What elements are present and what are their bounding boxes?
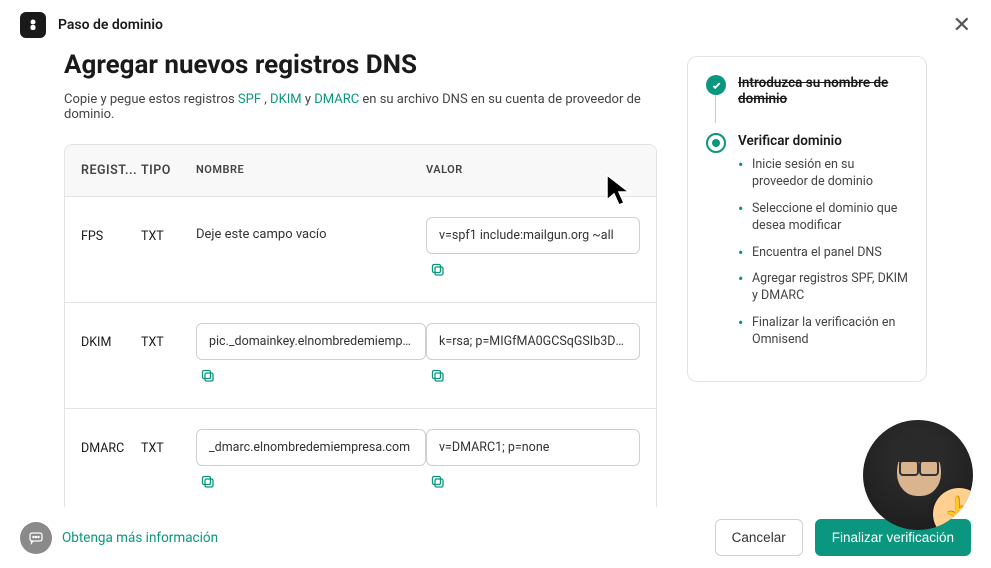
step-title-active: Verificar dominio (738, 133, 908, 149)
chat-icon[interactable] (20, 522, 52, 554)
steps-card: Introduzca su nombre de dominio Verifica… (687, 56, 927, 382)
name-field[interactable]: _dmarc.elnombredemiempresa.com (196, 429, 426, 466)
col-header-reg: REGIST... (81, 163, 141, 178)
dns-records-table: REGIST... TIPO NOMBRE VALOR FPS TXT Deje… (64, 144, 657, 515)
copy-icon[interactable] (200, 474, 216, 490)
col-header-tipo: TIPO (141, 163, 196, 178)
presenter-avatar (863, 420, 973, 530)
table-row: FPS TXT Deje este campo vacío v=spf1 inc… (65, 197, 656, 303)
value-field[interactable]: v=spf1 include:mailgun.org ~all (426, 217, 640, 254)
step-list-item: Agregar registros SPF, DKIM y DMARC (738, 271, 908, 305)
value-field[interactable]: k=rsa; p=MIGfMA0GCSqGSIb3DQEBA (426, 323, 640, 360)
step-list-item: Finalizar la verificación en Omnisend (738, 315, 908, 349)
step-list-item: Encuentra el panel DNS (738, 245, 908, 262)
copy-icon[interactable] (430, 474, 446, 490)
active-step-icon (706, 133, 726, 153)
table-row: DMARC TXT _dmarc.elnombredemiempresa.com… (65, 409, 656, 514)
page-title: Agregar nuevos registros DNS (64, 50, 657, 80)
more-info-link[interactable]: Obtenga más información (62, 530, 218, 546)
name-field[interactable]: pic._domainkey.elnombredemiempresa (196, 323, 426, 360)
cancel-button[interactable]: Cancelar (715, 519, 803, 556)
copy-icon[interactable] (200, 368, 216, 384)
col-header-nombre: NOMBRE (196, 163, 426, 178)
checkmark-icon (706, 75, 726, 95)
step-list-item: Seleccione el dominio que desea modifica… (738, 201, 908, 235)
step-list-item: Inicie sesión en su proveedor de dominio (738, 157, 908, 191)
col-header-valor: VALOR (426, 163, 640, 178)
dmarc-link[interactable]: DMARC (314, 92, 359, 107)
value-field[interactable]: v=DMARC1; p=none (426, 429, 640, 466)
close-icon[interactable]: ✕ (953, 12, 971, 38)
spf-link[interactable]: SPF (238, 92, 261, 107)
dkim-link[interactable]: DKIM (270, 92, 302, 107)
pointer-hand-icon (933, 488, 973, 530)
copy-icon[interactable] (430, 368, 446, 384)
page-breadcrumb: Paso de dominio (58, 17, 163, 33)
step-title-completed: Introduzca su nombre de dominio (738, 75, 908, 107)
table-row: DKIM TXT pic._domainkey.elnombredemiempr… (65, 303, 656, 409)
app-logo (20, 12, 46, 38)
copy-icon[interactable] (430, 262, 446, 278)
page-subtitle: Copie y pegue estos registros SPF , DKIM… (64, 92, 657, 122)
